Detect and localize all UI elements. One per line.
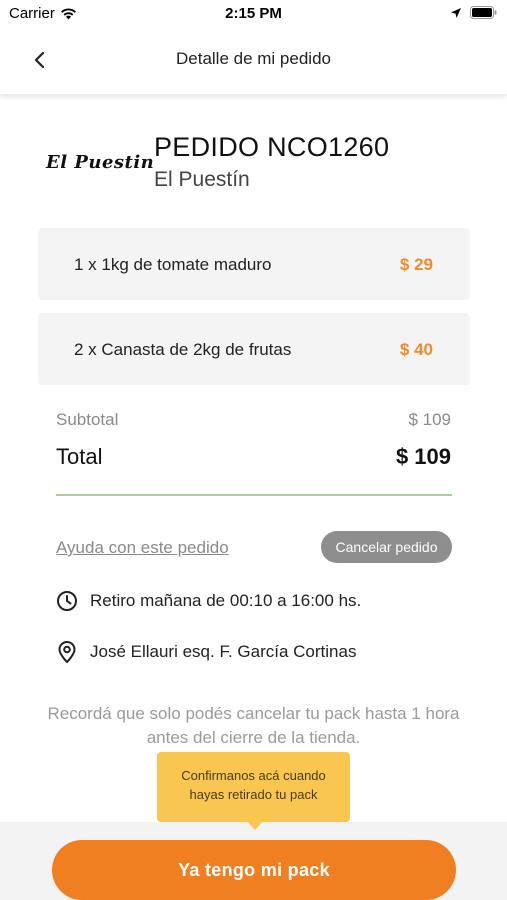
clock-icon xyxy=(57,591,77,611)
cancellation-note: Recordá que solo podés cancelar tu pack … xyxy=(47,704,460,747)
order-title: PEDIDO NCO1260 xyxy=(154,132,390,162)
order-item: 2 x Canasta de 2kg de frutas $ 40 xyxy=(38,313,470,385)
pickup-address-row: José Ellauri esq. F. García Cortinas xyxy=(56,640,356,664)
summary-divider xyxy=(56,494,452,496)
status-time: 2:15 PM xyxy=(225,5,282,22)
cancel-order-button[interactable]: Cancelar pedido xyxy=(321,531,452,563)
item-description: 1 x 1kg de tomate maduro xyxy=(74,255,272,274)
store-logo: El Puestin xyxy=(46,152,155,173)
item-price: $ 40 xyxy=(399,340,433,359)
tooltip-arrow xyxy=(246,820,264,830)
map-pin-icon xyxy=(58,641,76,663)
item-price: $ 29 xyxy=(399,255,433,274)
location-arrow-icon xyxy=(451,7,461,18)
tooltip-line-2: hayas retirado tu pack xyxy=(189,787,318,802)
pickup-time-row: Retiro mañana de 00:10 a 16:00 hs. xyxy=(56,590,361,612)
store-name: El Puestín xyxy=(154,168,250,191)
picked-up-button[interactable]: Ya tengo mi pack xyxy=(52,840,456,900)
subtotal-value: $ 109 xyxy=(408,410,451,429)
tooltip-line-1: Confirmanos acá cuando xyxy=(181,768,326,783)
item-description: 2 x Canasta de 2kg de frutas xyxy=(74,340,292,359)
nav-header: Detalle de mi pedido xyxy=(0,28,507,94)
pickup-time-text: Retiro mañana de 00:10 a 16:00 hs. xyxy=(90,591,362,610)
page-title: Detalle de mi pedido xyxy=(176,49,331,68)
pickup-address-text: José Ellauri esq. F. García Cortinas xyxy=(90,642,357,661)
confirm-tooltip: Confirmanos acá cuando hayas retirado tu… xyxy=(157,752,350,822)
total-label: Total xyxy=(56,444,103,469)
status-bar: Carrier 2:15 PM xyxy=(0,0,507,28)
order-item: 1 x 1kg de tomate maduro $ 29 xyxy=(38,228,470,300)
status-right xyxy=(450,6,497,19)
help-link[interactable]: Ayuda con este pedido xyxy=(56,538,229,558)
subtotal-label: Subtotal xyxy=(56,410,119,429)
battery-icon xyxy=(470,6,497,19)
total-value: $ 109 xyxy=(395,444,451,469)
